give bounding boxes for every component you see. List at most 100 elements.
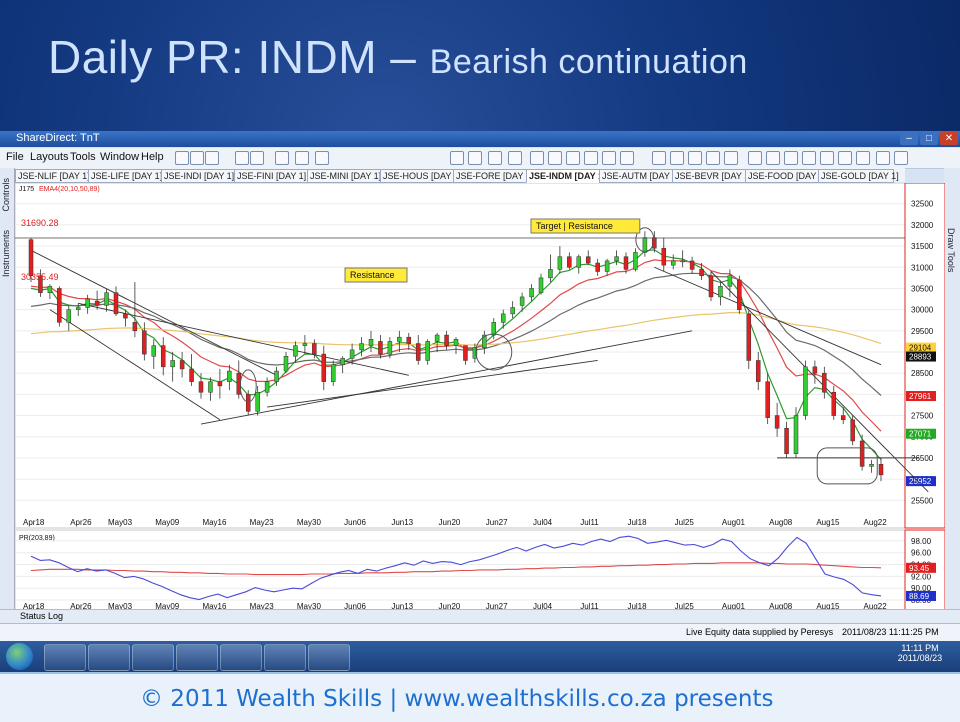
app-window: ShareDirect: TnT – □ ✕ File Layouts Tool…	[0, 131, 960, 642]
tab-jse-indi-day-1[interactable]: JSE-INDI [DAY 1]	[161, 169, 237, 183]
sharedirect-icon[interactable]	[308, 644, 350, 671]
pr-tick-label: 96.00	[911, 549, 932, 558]
toolbar-tool-icon[interactable]	[602, 151, 616, 165]
candle-body	[585, 256, 591, 264]
media-player-icon[interactable]	[88, 644, 130, 671]
toolbar-tool-icon[interactable]	[275, 151, 289, 165]
toolbar-tool-icon[interactable]	[876, 151, 890, 165]
tab-jse-hous-day-1[interactable]: JSE-HOUS [DAY 1]	[380, 169, 461, 183]
tab-jse-fini-day-1[interactable]: JSE-FINI [DAY 1]	[234, 169, 310, 183]
toolbar-tool-icon[interactable]	[620, 151, 634, 165]
toolbar-tool-icon[interactable]	[205, 151, 219, 165]
candle-body	[576, 256, 582, 268]
price-tick-label: 30500	[911, 284, 934, 293]
tab-jse-nlif-day-1[interactable]: JSE-NLIF [DAY 1]	[15, 169, 91, 183]
toolbar-tool-icon[interactable]	[894, 151, 908, 165]
menu-help[interactable]: Help	[141, 151, 164, 163]
tab-jse-indm-day-1[interactable]: JSE-INDM [DAY 1]	[526, 169, 606, 183]
minimize-button[interactable]: –	[900, 132, 918, 145]
toolbar-tool-icon[interactable]	[652, 151, 666, 165]
toolbar-tool-icon[interactable]	[450, 151, 464, 165]
candle-body	[312, 343, 317, 355]
internet-explorer-icon[interactable]	[176, 644, 218, 671]
draw-tools-panel-tab[interactable]: Draw Tools	[946, 228, 956, 272]
start-button[interactable]	[6, 643, 33, 670]
toolbar-tool-icon[interactable]	[530, 151, 544, 165]
tab-jse-autm-day-1[interactable]: JSE-AUTM [DAY 1]	[599, 169, 680, 183]
tab-jse-bevr-day-1[interactable]: JSE-BEVR [DAY 1]	[672, 169, 752, 183]
candle-body	[878, 464, 884, 476]
footer-text: © 2011 Wealth Skills | www.wealthskills.…	[140, 686, 774, 712]
toolbar-tool-icon[interactable]	[724, 151, 738, 165]
toolbar-tool-icon[interactable]	[802, 151, 816, 165]
tab-jse-mini-day-1[interactable]: JSE-MINI [DAY 1]	[307, 169, 383, 183]
candle-body	[765, 381, 770, 418]
toolbar-tool-icon[interactable]	[508, 151, 522, 165]
toolbar-tool-icon[interactable]	[856, 151, 870, 165]
candle-body	[491, 322, 497, 336]
toolbar-tool-icon[interactable]	[670, 151, 684, 165]
toolbar-tool-icon[interactable]	[295, 151, 309, 165]
instruments-panel-tab[interactable]: Instruments	[1, 230, 11, 277]
price-tick-label: 29500	[911, 327, 934, 336]
toolbar-tool-icon[interactable]	[190, 151, 204, 165]
price-x-tick-label: May16	[202, 518, 227, 527]
app-icon[interactable]	[132, 644, 174, 671]
tray-clock[interactable]: 11:11 PM 2011/08/23	[890, 643, 950, 663]
candle-body	[670, 260, 676, 266]
close-button[interactable]: ✕	[940, 132, 958, 145]
candle-body	[170, 360, 175, 368]
tab-jse-gold-day-1[interactable]: JSE-GOLD [DAY 1]	[818, 169, 899, 183]
tab-jse-fore-day-1[interactable]: JSE-FORE [DAY 1]	[453, 169, 533, 183]
toolbar-tool-icon[interactable]	[706, 151, 720, 165]
candle-body	[160, 345, 166, 368]
toolbar-tool-icon[interactable]	[235, 151, 249, 165]
price-x-tick-label: Jun06	[344, 518, 366, 527]
toolbar-tool-icon[interactable]	[688, 151, 702, 165]
menu-file[interactable]: File	[6, 151, 24, 163]
price-tick-label: 31000	[911, 263, 934, 272]
tab-jse-food-day-1[interactable]: JSE-FOOD [DAY 1]	[745, 169, 826, 183]
status-log-tab[interactable]: Status Log	[20, 611, 63, 621]
candle-body	[831, 392, 837, 416]
candle-body	[444, 334, 449, 346]
toolbar-tool-icon[interactable]	[838, 151, 852, 165]
menu-layouts[interactable]: Layouts	[30, 151, 69, 163]
candle-body	[727, 275, 733, 287]
toolbar-tool-icon[interactable]	[566, 151, 580, 165]
menu-tools[interactable]: Tools	[70, 151, 96, 163]
toolbar-tool-icon[interactable]	[468, 151, 482, 165]
info-bar: Live Equity data supplied by Peresys 201…	[0, 623, 960, 642]
toolbar-tool-icon[interactable]	[766, 151, 780, 165]
document-icon[interactable]	[264, 644, 306, 671]
candle-body	[208, 381, 213, 393]
skype-icon[interactable]	[220, 644, 262, 671]
price-tick-label: 30000	[911, 306, 934, 315]
candle-body	[850, 419, 855, 442]
explorer-icon[interactable]	[44, 644, 86, 671]
maximize-button[interactable]: □	[920, 132, 938, 145]
toolbar-tool-icon[interactable]	[548, 151, 562, 165]
price-x-tick-label: May09	[155, 518, 180, 527]
candle-body	[415, 343, 421, 361]
candle-body	[302, 343, 308, 346]
toolbar-tool-icon[interactable]	[784, 151, 798, 165]
controls-panel-tab[interactable]: Controls	[1, 178, 11, 212]
candle-body	[245, 394, 251, 412]
menu-window[interactable]: Window	[100, 151, 139, 163]
candle-body	[217, 381, 223, 387]
candle-body	[604, 260, 610, 272]
toolbar-tool-icon[interactable]	[250, 151, 264, 165]
toolbar-tool-icon[interactable]	[820, 151, 834, 165]
candle-body	[614, 256, 619, 262]
data-supplier: Live Equity data supplied by Peresys	[686, 627, 834, 637]
toolbar-tool-icon[interactable]	[748, 151, 762, 165]
chart-area[interactable]: 2550026000265002700027500280002850029000…	[15, 183, 945, 611]
toolbar-tool-icon[interactable]	[175, 151, 189, 165]
price-x-tick-label: Jun20	[439, 518, 461, 527]
tab-jse-life-day-1[interactable]: JSE-LIFE [DAY 1]	[88, 169, 164, 183]
toolbar-tool-icon[interactable]	[584, 151, 598, 165]
candle-body	[198, 381, 204, 393]
toolbar-tool-icon[interactable]	[488, 151, 502, 165]
toolbar-tool-icon[interactable]	[315, 151, 329, 165]
